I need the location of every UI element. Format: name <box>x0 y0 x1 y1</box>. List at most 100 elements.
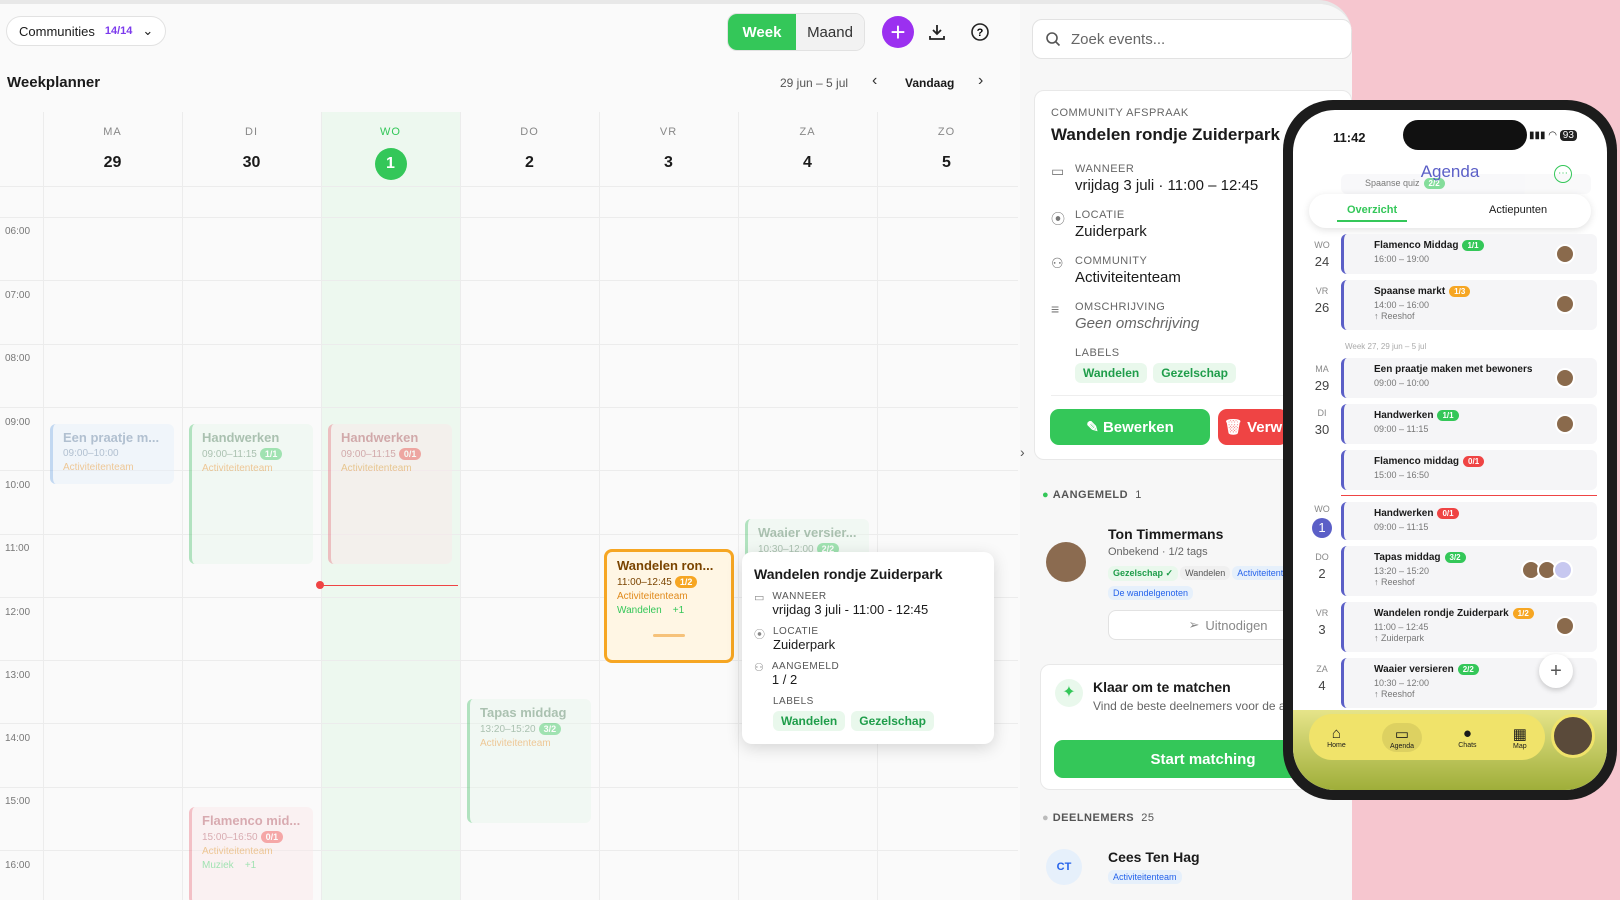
phone-now-line <box>1341 495 1597 496</box>
avatar <box>1555 244 1575 264</box>
event-flamenco[interactable]: Flamenco mid... 15:00–16:50 0/1 Activitei… <box>189 807 313 900</box>
event-kind: COMMUNITY AFSPRAAK <box>1051 107 1189 119</box>
day-column-zo[interactable] <box>877 112 1018 900</box>
nav-agenda[interactable]: ▭ Agenda <box>1381 722 1423 752</box>
week-button[interactable]: Week <box>728 14 796 50</box>
label-tag: Wandelen <box>773 711 846 731</box>
search-input[interactable]: Zoek events... <box>1032 19 1352 59</box>
download-icon[interactable] <box>922 17 952 47</box>
event-title: Wandelen rondje Zuiderpark <box>1051 125 1280 144</box>
participants-header: ● DEELNEMERS 25 <box>1042 812 1155 824</box>
text-icon: ≡ <box>1051 301 1060 317</box>
hour-label: 14:00 <box>5 733 31 744</box>
hour-label: 16:00 <box>5 860 31 871</box>
phone-bottom-nav: ⌂ Home ▭ Agenda ● Chats ▦ Map <box>1309 714 1545 760</box>
phone-list-item[interactable]: Flamenco middag 0/1 15:00 – 16:50 <box>1341 450 1597 490</box>
nav-chats[interactable]: ● Chats <box>1458 725 1476 749</box>
day-column-za[interactable] <box>738 112 877 900</box>
day-header: DI 30 <box>242 126 261 171</box>
more-icon[interactable]: ⋯ <box>1554 165 1572 183</box>
label-tag: Gezelschap <box>851 711 934 731</box>
hour-label: 09:00 <box>5 417 31 428</box>
help-icon[interactable]: ? <box>965 17 995 47</box>
nav-map[interactable]: ▦ Map <box>1513 725 1527 750</box>
calendar-panel: Communities 14/14 ⌄ Week Maand + ? Weekp… <box>0 4 1018 900</box>
avatar <box>1553 560 1573 580</box>
edit-button[interactable]: ✎ Bewerken <box>1050 409 1210 445</box>
search-icon <box>1046 32 1061 47</box>
calendar-icon: ▭ <box>1051 163 1065 179</box>
event-community: Activiteitenteam <box>1075 269 1181 286</box>
hour-label: 10:00 <box>5 480 31 491</box>
calendar-icon: ▭ <box>754 592 765 604</box>
day-header: VR 3 <box>659 126 678 171</box>
signal-icon: ▮▮▮ ◠ 93 <box>1529 130 1577 141</box>
date-range: 29 jun – 5 jul <box>780 76 849 90</box>
event-tapas[interactable]: Tapas middag 13:20–15:20 3/2 Activiteiten… <box>467 699 591 823</box>
today-button[interactable]: Vandaag <box>905 76 954 90</box>
send-icon: ➢ <box>1188 617 1200 632</box>
person-name: Ton Timmermans <box>1108 526 1224 542</box>
event-handwerken-di[interactable]: Handwerken 09:00–11:15 1/1 Activiteitente… <box>189 424 313 564</box>
event-description: Geen omschrijving <box>1075 315 1200 332</box>
hour-label: 12:00 <box>5 607 31 618</box>
person-sub: Onbekend · 1/2 tags <box>1108 546 1208 558</box>
delete-button[interactable]: 🗑 Verw <box>1218 409 1288 445</box>
hour-label: 11:00 <box>5 543 30 554</box>
phone-time: 11:42 <box>1333 130 1366 145</box>
calendar-icon: ▭ <box>1394 725 1410 743</box>
collapse-chevron-icon[interactable]: › <box>1020 444 1025 460</box>
avatar <box>1555 294 1575 314</box>
add-event-button[interactable]: + <box>882 16 914 48</box>
event-popover: Wandelen rondje Zuiderpark ▭ WANNEER vrijd… <box>742 552 994 744</box>
phone-list-item[interactable]: Handwerken 0/1 09:00 – 11:15 <box>1341 502 1597 540</box>
avatar <box>1046 542 1086 582</box>
event-handwerken-wo[interactable]: Handwerken 09:00–11:15 0/1 Activiteitente… <box>328 424 452 564</box>
tab-actiepunten[interactable]: Actiepunten <box>1489 204 1547 216</box>
home-icon: ⌂ <box>1331 725 1341 742</box>
label-tag: Wandelen <box>1075 363 1148 383</box>
hour-label: 06:00 <box>5 226 31 237</box>
pencil-icon: ✎ <box>1086 419 1103 436</box>
month-button[interactable]: Maand <box>796 14 864 50</box>
day-header: ZA 4 <box>799 126 816 171</box>
chevron-down-icon: ⌄ <box>142 23 154 38</box>
participant-name: Cees Ten Hag <box>1108 849 1200 865</box>
match-title: Klaar om te matchen <box>1093 679 1231 695</box>
hour-label: 15:00 <box>5 796 31 807</box>
hour-label: 08:00 <box>5 353 31 364</box>
tab-overzicht[interactable]: Overzicht <box>1337 204 1408 222</box>
event-wandelen-selected[interactable]: Wandelen ron... 11:00–12:45 1/2 Activitei… <box>604 549 734 663</box>
svg-text:?: ? <box>977 27 984 39</box>
chat-icon: ● <box>1462 725 1472 742</box>
communities-filter[interactable]: Communities 14/14 ⌄ <box>6 16 167 46</box>
event-location: Zuiderpark <box>1075 223 1147 240</box>
view-toggle: Week Maand <box>727 13 865 51</box>
day-column-vr[interactable] <box>599 112 738 900</box>
hour-label: 13:00 <box>5 670 31 681</box>
nav-home[interactable]: ⌂ Home <box>1327 725 1346 749</box>
day-header-today: WO 1 <box>321 112 460 180</box>
day-header: ZO 5 <box>937 126 956 171</box>
profile-avatar[interactable] <box>1551 714 1595 758</box>
header-divider <box>0 186 1018 187</box>
day-column-ma[interactable] <box>43 112 182 900</box>
current-time-line <box>320 585 458 586</box>
map-icon: ▦ <box>1512 725 1527 743</box>
trash-icon: 🗑 <box>1223 419 1248 436</box>
search-placeholder: Zoek events... <box>1071 30 1166 48</box>
phone-tabs: Overzicht Actiepunten <box>1309 194 1591 228</box>
avatar <box>1555 368 1575 388</box>
label-tag: Gezelschap <box>1153 363 1236 383</box>
chevron-left-icon[interactable]: ‹ <box>872 72 877 90</box>
communities-label: Communities <box>19 23 95 39</box>
resize-handle[interactable] <box>653 634 685 637</box>
chevron-right-icon[interactable]: › <box>978 72 983 90</box>
event-praatje[interactable]: Een praatje m... 09:00–10:00 Activiteite… <box>50 424 174 484</box>
registered-header: ● AANGEMELD 1 <box>1042 489 1142 501</box>
desktop-app: Communities 14/14 ⌄ Week Maand + ? Weekp… <box>0 0 1352 900</box>
people-icon: ⚇ <box>1051 255 1064 271</box>
day-header: DO 2 <box>520 126 539 171</box>
communities-count: 14/14 <box>104 25 133 37</box>
phone-add-button[interactable]: + <box>1539 654 1573 688</box>
